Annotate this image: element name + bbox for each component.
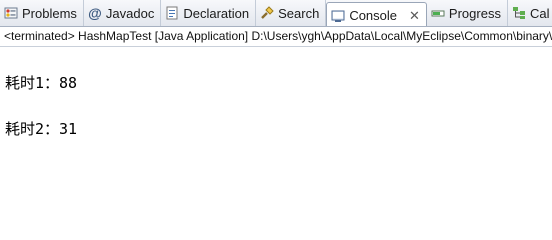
tab-label: Problems [22,5,77,21]
console-line: 耗时2：31 [5,120,78,138]
at-icon: @ [88,5,102,21]
declaration-icon [164,5,180,21]
tab-label: Search [278,5,320,21]
tab-label: Declaration [183,5,250,21]
tab-search[interactable]: Search [256,0,327,26]
tab-progress[interactable]: Progress [427,0,508,26]
tab-label: Progress [448,5,501,21]
tab-call-hierarchy[interactable]: Cal [508,0,552,26]
tab-javadoc[interactable]: @ Javadoc [84,0,162,26]
tab-label: Javadoc [105,5,155,21]
problems-icon [3,5,19,21]
tab-label: Cal [529,5,550,21]
view-tab-bar: Problems @ Javadoc Declaration Search Co… [0,0,552,27]
tab-label: Console [349,8,398,23]
console-line: 耗时1：88 [5,74,78,92]
tab-console[interactable]: Console ✕ [326,2,427,26]
tab-problems[interactable]: Problems [0,0,84,26]
tab-declaration[interactable]: Declaration [161,0,257,26]
close-icon[interactable]: ✕ [409,8,420,24]
console-output[interactable]: 耗时1：88 耗时2：31 [0,48,552,200]
console-icon [330,8,346,24]
search-flashlight-icon [259,5,275,21]
progress-icon [430,5,446,21]
console-status-line: <terminated> HashMapTest [Java Applicati… [0,27,552,47]
call-hierarchy-icon [511,5,527,21]
